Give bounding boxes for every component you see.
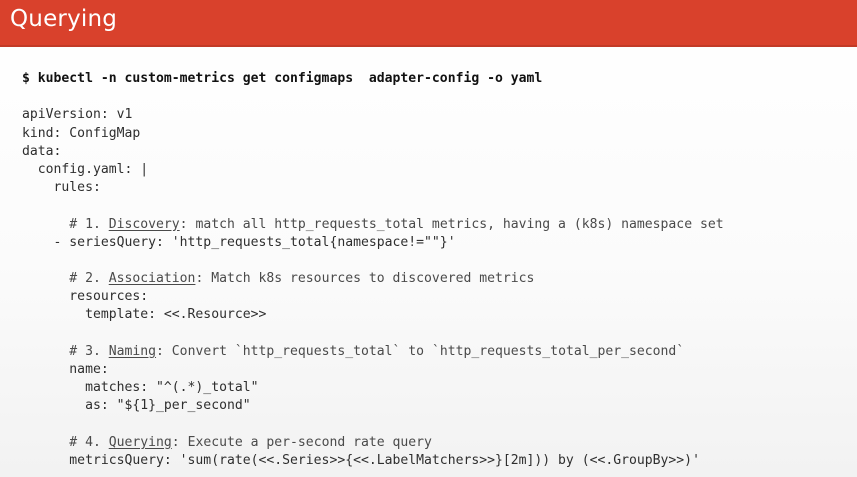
yaml-line-resources: resources: [22, 289, 149, 305]
comment-text: : Match k8s resources to discovered metr… [195, 271, 535, 287]
code-block: $ kubectl -n custom-metrics get configma… [22, 70, 724, 470]
yaml-line-matches: matches: "^(.*)_total" [22, 380, 259, 396]
yaml-line-data: data: [22, 143, 62, 159]
yaml-line-template: template: <<.Resource>> [22, 307, 267, 323]
yaml-line-as: as: "${1}_per_second" [22, 398, 251, 414]
slide-header: Querying [0, 0, 857, 47]
comment-text: : match all http_requests_total metrics,… [179, 216, 724, 232]
kubectl-command: $ kubectl -n custom-metrics get configma… [22, 71, 543, 86]
comment-keyword: Querying [108, 434, 172, 450]
comment-keyword: Naming [108, 343, 157, 359]
comment-discovery: # 1. Discovery: match all http_requests_… [22, 216, 724, 234]
yaml-line-name: name: [22, 362, 109, 377]
yaml-line-apiversion: apiVersion: v1 [22, 107, 133, 123]
comment-prefix: # 1. [22, 216, 109, 232]
comment-prefix: # 4. [22, 434, 109, 450]
comment-association: # 2. Association: Match k8s resources to… [22, 270, 724, 288]
comment-naming: # 3. Naming: Convert `http_requests_tota… [22, 343, 724, 361]
yaml-line-rules: rules: [22, 180, 101, 196]
comment-text: : Execute a per-second rate query [171, 434, 432, 450]
yaml-line-kind: kind: ConfigMap [22, 125, 141, 141]
yaml-line-config: config.yaml: | [22, 161, 149, 177]
comment-text: : Convert `http_requests_total` to `http… [156, 343, 685, 359]
comment-prefix: # 3. [22, 343, 109, 359]
slide-title: Querying [10, 6, 118, 32]
comment-keyword: Discovery [108, 216, 180, 232]
comment-keyword: Association [108, 271, 196, 287]
yaml-line-seriesquery: - seriesQuery: 'http_requests_total{name… [22, 234, 456, 250]
comment-prefix: # 2. [22, 271, 109, 287]
yaml-line-metricsquery: metricsQuery: 'sum(rate(<<.Series>>{<<.L… [22, 452, 700, 468]
comment-querying: # 4. Querying: Execute a per-second rate… [22, 434, 724, 452]
